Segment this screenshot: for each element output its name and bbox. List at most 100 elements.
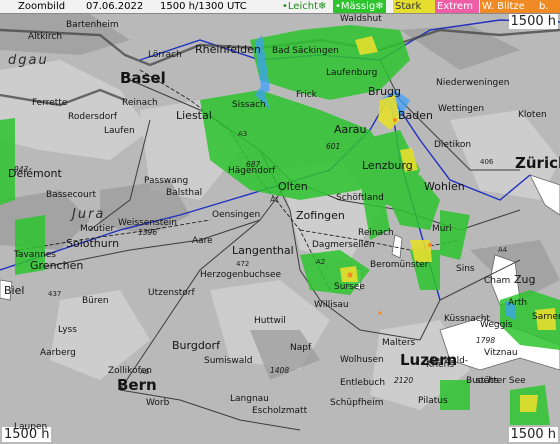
legend-b: b.	[537, 0, 560, 13]
mountain-height: 2120	[394, 376, 414, 385]
town-label: Laufenburg	[326, 68, 378, 78]
city-label: Basel	[120, 69, 166, 87]
region-label: Jura	[72, 207, 106, 222]
feature-label: stätter See	[476, 376, 526, 386]
town-label: Laupen	[14, 422, 48, 432]
mountain-height: 1408	[270, 366, 290, 375]
town-label: Sissach	[232, 100, 266, 110]
town-label: Wolhusen	[340, 355, 384, 365]
header-bar: Zoombild 07.06.2022 1500 h/1300 UTC •Lei…	[0, 0, 560, 14]
town-label: Aarau	[334, 123, 367, 136]
town-label: Burgdorf	[172, 339, 220, 352]
town-label: Olten	[278, 180, 308, 193]
snowflake-icon: ❄	[375, 1, 384, 12]
feature-label: Passwang	[144, 176, 189, 186]
town-label: Liestal	[176, 109, 212, 122]
town-label: Oensingen	[212, 210, 261, 220]
town-label: Wettingen	[438, 104, 485, 114]
town-label: Rodersdorf	[68, 112, 118, 122]
town-label: Schöftland	[336, 193, 384, 203]
town-label: Vitznau	[484, 348, 518, 358]
town-label: Bassecourt	[46, 190, 96, 200]
legend-strong: Stark	[393, 0, 435, 13]
feature-label: Napf	[290, 343, 312, 353]
road-number: 437	[48, 290, 62, 298]
town-label: Sarnen	[532, 312, 560, 322]
city-label: Zürich	[515, 154, 560, 172]
legend-moderate: •Mässig❄	[333, 0, 386, 13]
town-label: Sursee	[334, 282, 365, 292]
town-label: Weggis	[480, 320, 513, 330]
town-label: Lenzburg	[362, 159, 413, 172]
town-label: Ferrette	[32, 98, 68, 108]
feature-label: Vierwald-	[426, 356, 469, 366]
legend-moderate-label: Mässig	[340, 1, 376, 12]
town-label: Moutier	[80, 224, 115, 234]
town-label: Lyss	[58, 325, 77, 335]
town-label: Aarberg	[40, 348, 76, 358]
town-label: Biel	[4, 284, 25, 297]
town-label: Lörrach	[148, 50, 182, 60]
time-range-label: 1500 h/1300 UTC	[160, 1, 247, 12]
town-label: Escholzmatt	[252, 406, 308, 416]
legend-extreme: Extrem	[435, 0, 479, 13]
feature-label: Weissenstein	[118, 218, 177, 228]
town-label: Malters	[382, 338, 416, 348]
town-label: Büren	[82, 296, 109, 306]
date-label: 07.06.2022	[86, 1, 144, 12]
weather-map: Zoombild 07.06.2022 1500 h/1300 UTC •Lei…	[0, 0, 560, 444]
town-label: Altkirch	[28, 32, 63, 42]
road-number: A2	[316, 258, 326, 266]
town-label: Langnau	[230, 394, 269, 404]
legend-light-label: Leicht	[287, 1, 318, 12]
town-label: Cham	[484, 276, 511, 286]
mountain-height: 1798	[476, 336, 496, 345]
legend-light: •Leicht❄	[280, 0, 329, 13]
town-label: Grenchen	[30, 259, 84, 272]
town-label: Sins	[456, 264, 475, 274]
town-label: Sumiswald	[204, 356, 253, 366]
town-label: Laufen	[104, 126, 135, 136]
road-number: A3	[238, 130, 248, 138]
region-label: dgau	[8, 53, 49, 68]
town-label: Langenthal	[232, 244, 294, 257]
town-label: Frick	[296, 90, 317, 100]
town-label: Tavannes	[14, 250, 56, 260]
town-label: Utzenstorf	[148, 288, 195, 298]
town-label: Niederweningen	[436, 78, 510, 88]
town-label: Baden	[398, 109, 434, 122]
town-label: Arth	[508, 298, 528, 308]
town-label: Brugg	[368, 85, 402, 98]
town-label: Zofingen	[296, 209, 345, 222]
town-label: Zug	[514, 273, 536, 286]
town-label: Dagmersellen	[312, 240, 375, 250]
town-label: Balsthal	[166, 188, 203, 198]
town-label: Bartenheim	[66, 20, 119, 30]
feature-label: Aare	[192, 236, 213, 246]
feature-label: Pilatus	[418, 396, 448, 406]
legend-lightning: W. Blitze	[480, 0, 538, 13]
town-label: Rheinfelden	[195, 43, 261, 56]
road-number: A1	[270, 196, 280, 204]
time-stamp-top-right: 1500 h	[508, 14, 558, 29]
mountain-height: 1396	[138, 228, 158, 237]
town-label: Reinach	[122, 98, 158, 108]
town-label: Waldshut	[340, 14, 382, 24]
road-number: 472	[236, 260, 250, 268]
town-label: Solothurn	[66, 237, 120, 250]
town-label: Worb	[146, 398, 170, 408]
town-label: Willisau	[314, 300, 349, 310]
town-label: Kloten	[518, 110, 547, 120]
road-number: 406	[480, 158, 494, 166]
city-label: Bern	[117, 376, 157, 394]
town-label: Dietikon	[434, 140, 472, 150]
road-number: A4	[498, 246, 508, 254]
snowflake-icon: ❄	[318, 1, 327, 12]
view-label: Zoombild	[18, 1, 66, 12]
time-stamp-bottom-right: 1500 h	[508, 427, 558, 442]
town-label: Herzogenbuchsee	[200, 270, 282, 280]
town-label: Entlebuch	[340, 378, 386, 388]
mountain-height: 601	[326, 142, 341, 151]
town-label: Schüpfheim	[330, 398, 384, 408]
mountain-height: 943	[14, 165, 29, 174]
